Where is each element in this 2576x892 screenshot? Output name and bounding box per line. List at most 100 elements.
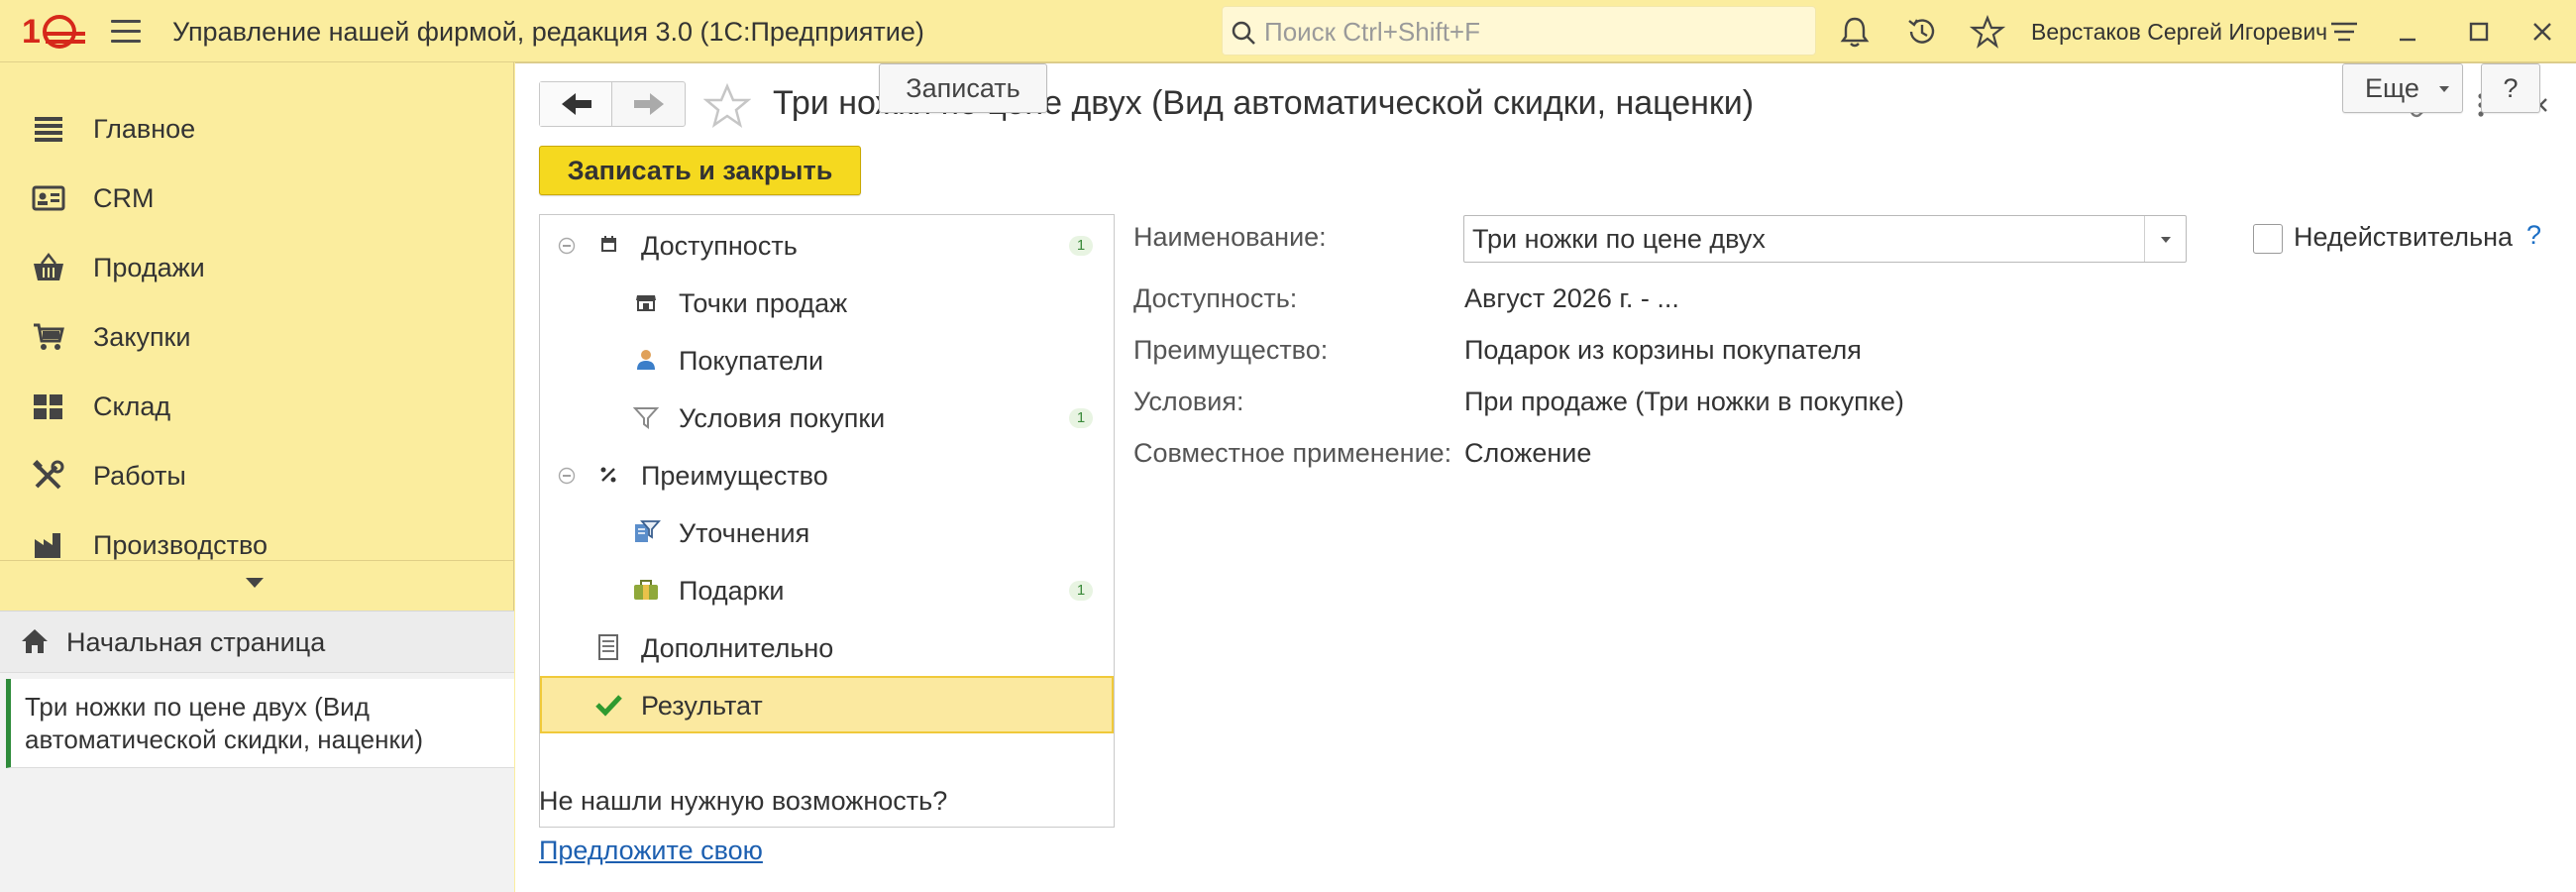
history-icon[interactable]: [1904, 14, 1940, 50]
factory-icon: [35, 533, 60, 558]
tree-item-availability[interactable]: Доступность 1: [540, 216, 1114, 274]
sidebar-item-works[interactable]: Работы: [0, 441, 514, 510]
user-name[interactable]: Верстаков Сергей Игоревич: [2031, 19, 2327, 46]
hint-text: Не нашли нужную возможность?: [539, 786, 948, 816]
arrow-right-icon: [634, 93, 664, 115]
menu-icon[interactable]: [111, 20, 141, 44]
sidebar-item-main[interactable]: Главное: [0, 94, 514, 164]
joint-usage-value: Сложение: [1464, 438, 1592, 468]
suggest-feature-link[interactable]: Предложите свою: [539, 836, 763, 866]
sidebar-item-label: Производство: [93, 530, 268, 560]
history-nav: [539, 81, 686, 127]
minimize-icon[interactable]: [2390, 14, 2425, 50]
save-button[interactable]: Записать: [879, 63, 1047, 113]
search-box[interactable]: [1222, 6, 1816, 56]
tree-item-label: Точки продаж: [679, 288, 848, 318]
tree-item-sale-points[interactable]: Точки продаж: [540, 274, 1114, 331]
inactive-checkbox[interactable]: [2253, 224, 2283, 254]
sidebar-item-label: Закупки: [93, 322, 191, 352]
tree-item-buyers[interactable]: Покупатели: [540, 331, 1114, 389]
settings-lines-icon[interactable]: [2326, 14, 2362, 50]
basket-icon: [34, 252, 63, 280]
help-button[interactable]: ?: [2481, 63, 2540, 113]
forward-button[interactable]: [613, 82, 686, 126]
tree-item-label: Покупатели: [679, 346, 824, 376]
name-dropdown-button[interactable]: [2144, 216, 2186, 262]
sidebar-divider: [0, 560, 514, 561]
conditions-label: Условия:: [1133, 387, 1244, 416]
collapse-icon[interactable]: [558, 467, 576, 485]
cart-icon: [34, 323, 64, 350]
sidebar-item-crm[interactable]: CRM: [0, 164, 514, 233]
bell-icon[interactable]: [1837, 14, 1873, 50]
chevron-down-icon[interactable]: [243, 575, 267, 591]
star-icon[interactable]: [1970, 14, 2005, 50]
logo-1c-icon[interactable]: 1: [22, 12, 87, 52]
count-badge: 1: [1069, 581, 1093, 601]
conditions-value: При продаже (Три ножки в покупке): [1464, 387, 1904, 416]
maximize-icon[interactable]: [2461, 14, 2497, 50]
tree-item-refinements[interactable]: Уточнения: [540, 503, 1114, 561]
sidebar-item-label: Работы: [93, 461, 186, 491]
app-title: Управление нашей фирмой, редакция 3.0 (1…: [172, 17, 924, 47]
tree-item-result[interactable]: Результат: [540, 676, 1114, 733]
search-icon: [1232, 21, 1255, 45]
availability-label: Доступность:: [1133, 283, 1298, 313]
tree-item-label: Результат: [641, 691, 763, 721]
filter-icon: [632, 407, 660, 429]
sidebar-item-label: Продажи: [93, 253, 205, 282]
collapse-icon[interactable]: [558, 237, 576, 255]
open-window-label: Три ножки по цене двух (Вид автоматическ…: [25, 692, 424, 754]
checkmark-icon: [595, 695, 622, 717]
tree-item-label: Доступность: [641, 231, 798, 261]
list-icon: [35, 117, 62, 142]
save-and-close-button[interactable]: Записать и закрыть: [539, 146, 861, 195]
help-question-icon[interactable]: ?: [2526, 220, 2541, 251]
arrow-left-icon: [562, 93, 591, 115]
tools-icon: [33, 460, 64, 490]
sidebar-item-sales[interactable]: Продажи: [0, 233, 514, 302]
tree-item-label: Дополнительно: [641, 633, 834, 663]
sidebar-item-production[interactable]: Производство: [0, 510, 514, 580]
calendar-icon: [601, 236, 616, 252]
tree-item-label: Условия покупки: [679, 403, 886, 433]
top-bar: 1 Управление нашей фирмой, редакция 3.0 …: [0, 0, 2576, 62]
inactive-label[interactable]: Недействительна: [2294, 222, 2513, 253]
person-icon: [637, 350, 655, 370]
name-input[interactable]: [1470, 222, 2134, 256]
settings-tree: Доступность 1 Точки продаж Покупатели Ус…: [539, 214, 1115, 828]
gift-bag-icon: [634, 580, 658, 600]
sidebar-item-label: CRM: [93, 183, 155, 213]
close-icon[interactable]: [2524, 14, 2560, 50]
home-page-link[interactable]: Начальная страница: [0, 612, 514, 673]
sections-panel: Главное CRM Продажи Закупки Склад Работы…: [0, 62, 514, 892]
open-window-tab[interactable]: Три ножки по цене двух (Вид автоматическ…: [6, 679, 514, 768]
advantage-label: Преимущество:: [1133, 335, 1329, 365]
chevron-down-icon: [2161, 237, 2171, 243]
percent-icon: [600, 467, 616, 483]
sidebar-item-purchases[interactable]: Закупки: [0, 302, 514, 372]
availability-value: Август 2026 г. - ...: [1464, 283, 1679, 313]
more-button[interactable]: Еще: [2342, 63, 2463, 113]
count-badge: 1: [1069, 236, 1093, 256]
sidebar-item-label: Склад: [93, 391, 171, 421]
store-icon: [636, 295, 656, 311]
tree-item-gifts[interactable]: Подарки 1: [540, 561, 1114, 618]
back-button[interactable]: [540, 82, 612, 126]
name-label: Наименование:: [1133, 222, 1327, 252]
tree-item-purchase-conditions[interactable]: Условия покупки 1: [540, 389, 1114, 446]
home-page-label: Начальная страница: [66, 627, 326, 657]
more-button-label: Еще: [2365, 73, 2419, 103]
tree-item-additional[interactable]: Дополнительно: [540, 618, 1114, 676]
sidebar-item-label: Главное: [93, 114, 196, 144]
advantage-value: Подарок из корзины покупателя: [1464, 335, 1862, 365]
open-windows-panel: Начальная страница Три ножки по цене дву…: [0, 611, 514, 892]
name-field[interactable]: [1463, 215, 2187, 263]
search-input[interactable]: [1262, 15, 1797, 49]
form-area: Три ножки по цене двух (Вид автоматическ…: [515, 62, 2576, 892]
dropdown-arrow-icon: [2439, 86, 2449, 92]
favorite-star-icon[interactable]: [703, 83, 751, 129]
home-icon: [22, 629, 48, 653]
tree-item-advantage[interactable]: Преимущество: [540, 446, 1114, 503]
sidebar-item-warehouse[interactable]: Склад: [0, 372, 514, 441]
